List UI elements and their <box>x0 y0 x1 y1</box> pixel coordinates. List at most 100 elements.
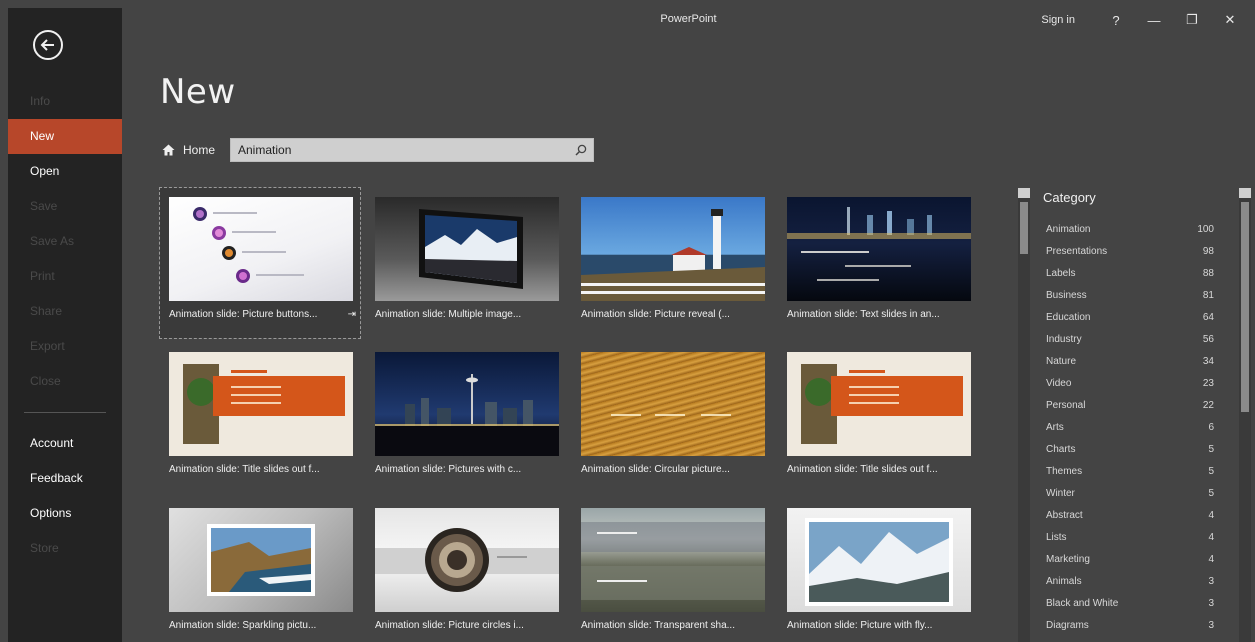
category-item[interactable]: Charts 5 <box>1042 438 1218 460</box>
template-tile-transparent-shapes[interactable]: Animation slide: Transparent sha... <box>572 499 772 642</box>
sign-in-link[interactable]: Sign in <box>1041 14 1075 26</box>
scroll-up-icon[interactable] <box>1018 188 1030 198</box>
category-count: 6 <box>1208 421 1214 433</box>
category-item[interactable]: Lists 4 <box>1042 526 1218 548</box>
category-item[interactable]: Animation 100 <box>1042 218 1218 240</box>
category-name: Arts <box>1046 421 1064 433</box>
sidebar-item-print[interactable]: Print <box>8 259 122 294</box>
template-tile-title-slides-out-2[interactable]: Animation slide: Title slides out f... <box>778 343 978 493</box>
template-thumbnail <box>375 352 559 456</box>
minimize-button[interactable]: — <box>1135 13 1173 28</box>
category-list: Animation 100 Presentations 98 Labels 88 Bu… <box>1042 218 1218 636</box>
template-label: Animation slide: Title slides out f... <box>169 464 320 475</box>
scroll-thumb[interactable] <box>1241 202 1249 412</box>
category-name: Abstract <box>1046 509 1083 521</box>
search-icon[interactable] <box>569 139 593 161</box>
template-tile-picture-buttons[interactable]: Animation slide: Picture buttons... ⇥ <box>159 187 361 339</box>
category-item[interactable]: Business 81 <box>1042 284 1218 306</box>
category-scrollbar[interactable] <box>1239 188 1251 642</box>
help-button[interactable]: ? <box>1097 13 1135 28</box>
sidebar-item-close[interactable]: Close <box>8 364 122 399</box>
category-item[interactable]: Diagrams 3 <box>1042 614 1218 636</box>
category-item[interactable]: Industry 56 <box>1042 328 1218 350</box>
scroll-thumb[interactable] <box>1020 202 1028 254</box>
template-thumbnail <box>787 508 971 612</box>
search-field[interactable] <box>230 138 594 162</box>
category-count: 3 <box>1208 619 1214 631</box>
sidebar-item-options[interactable]: Options <box>8 496 122 531</box>
template-label: Animation slide: Picture with fly... <box>787 620 933 631</box>
page-title: New <box>160 72 236 112</box>
category-item[interactable]: Themes 5 <box>1042 460 1218 482</box>
window-controls: Sign in ? — ❐ ✕ <box>1041 12 1249 28</box>
sidebar-item-export[interactable]: Export <box>8 329 122 364</box>
template-label: Animation slide: Transparent sha... <box>581 620 735 631</box>
template-tile-picture-reveal[interactable]: Animation slide: Picture reveal (... <box>572 188 772 338</box>
template-thumbnail <box>169 352 353 456</box>
home-label: Home <box>183 143 216 157</box>
template-tile-text-slides[interactable]: Animation slide: Text slides in an... <box>778 188 978 338</box>
category-item[interactable]: Nature 34 <box>1042 350 1218 372</box>
category-title: Category <box>1043 190 1096 205</box>
template-tile-multiple-image[interactable]: Animation slide: Multiple image... <box>366 188 566 338</box>
category-count: 64 <box>1202 311 1214 323</box>
category-count: 23 <box>1202 377 1214 389</box>
sidebar-item-save-as[interactable]: Save As <box>8 224 122 259</box>
back-button[interactable] <box>33 30 63 60</box>
template-label: Animation slide: Title slides out f... <box>787 464 938 475</box>
restore-button[interactable]: ❐ <box>1173 12 1211 28</box>
template-tile-circular-picture[interactable]: Animation slide: Circular picture... <box>572 343 772 493</box>
category-count: 4 <box>1208 531 1214 543</box>
arrow-left-icon <box>40 39 54 51</box>
sidebar-item-new[interactable]: New <box>8 119 122 154</box>
pin-icon[interactable]: ⇥ <box>348 309 356 320</box>
sidebar-item-feedback[interactable]: Feedback <box>8 461 122 496</box>
category-panel: Category Animation 100 Presentations 98 La… <box>1018 188 1255 642</box>
category-item[interactable]: Labels 88 <box>1042 262 1218 284</box>
sidebar-item-store[interactable]: Store <box>8 531 122 566</box>
category-name: Industry <box>1046 333 1082 345</box>
category-name: Animation <box>1046 223 1091 235</box>
close-button[interactable]: ✕ <box>1211 12 1249 28</box>
sidebar-item-info[interactable]: Info <box>8 84 122 119</box>
category-item[interactable]: Presentations 98 <box>1042 240 1218 262</box>
category-item[interactable]: Black and White 3 <box>1042 592 1218 614</box>
home-icon <box>162 144 175 156</box>
category-count: 5 <box>1208 443 1214 455</box>
template-thumbnail <box>169 508 353 612</box>
template-tile-picture-with-fly[interactable]: Animation slide: Picture with fly... <box>778 499 978 642</box>
category-item[interactable]: Arts 6 <box>1042 416 1218 438</box>
template-thumbnail <box>787 197 971 301</box>
category-item[interactable]: Abstract 4 <box>1042 504 1218 526</box>
category-name: Video <box>1046 377 1072 389</box>
category-item[interactable]: Video 23 <box>1042 372 1218 394</box>
category-name: Labels <box>1046 267 1076 279</box>
category-name: Lists <box>1046 531 1067 543</box>
category-count: 22 <box>1202 399 1214 411</box>
grid-scrollbar[interactable] <box>1018 188 1030 642</box>
category-name: Animals <box>1046 575 1082 587</box>
template-tile-picture-circles[interactable]: Animation slide: Picture circles i... <box>366 499 566 642</box>
search-row: Home <box>162 138 594 162</box>
category-item[interactable]: Personal 22 <box>1042 394 1218 416</box>
category-name: Black and White <box>1046 597 1119 609</box>
category-item[interactable]: Education 64 <box>1042 306 1218 328</box>
sidebar-item-open[interactable]: Open <box>8 154 122 189</box>
template-tile-sparkling-picture[interactable]: Animation slide: Sparkling pictu... <box>160 499 360 642</box>
category-item[interactable]: Animals 3 <box>1042 570 1218 592</box>
template-label: Animation slide: Text slides in an... <box>787 309 940 320</box>
sidebar-item-account[interactable]: Account <box>8 426 122 461</box>
category-name: Presentations <box>1046 245 1108 257</box>
category-item[interactable]: Winter 5 <box>1042 482 1218 504</box>
category-item[interactable]: Marketing 4 <box>1042 548 1218 570</box>
template-tile-pictures-with-c[interactable]: Animation slide: Pictures with c... <box>366 343 566 493</box>
home-link[interactable]: Home <box>162 143 215 157</box>
search-input[interactable] <box>231 143 569 157</box>
template-tile-title-slides-out-1[interactable]: Animation slide: Title slides out f... <box>160 343 360 493</box>
sidebar-item-save[interactable]: Save <box>8 189 122 224</box>
sidebar-item-share[interactable]: Share <box>8 294 122 329</box>
template-thumbnail <box>375 197 559 301</box>
template-label: Animation slide: Picture circles i... <box>375 620 524 631</box>
template-thumbnail <box>581 197 765 301</box>
scroll-up-icon[interactable] <box>1239 188 1251 198</box>
